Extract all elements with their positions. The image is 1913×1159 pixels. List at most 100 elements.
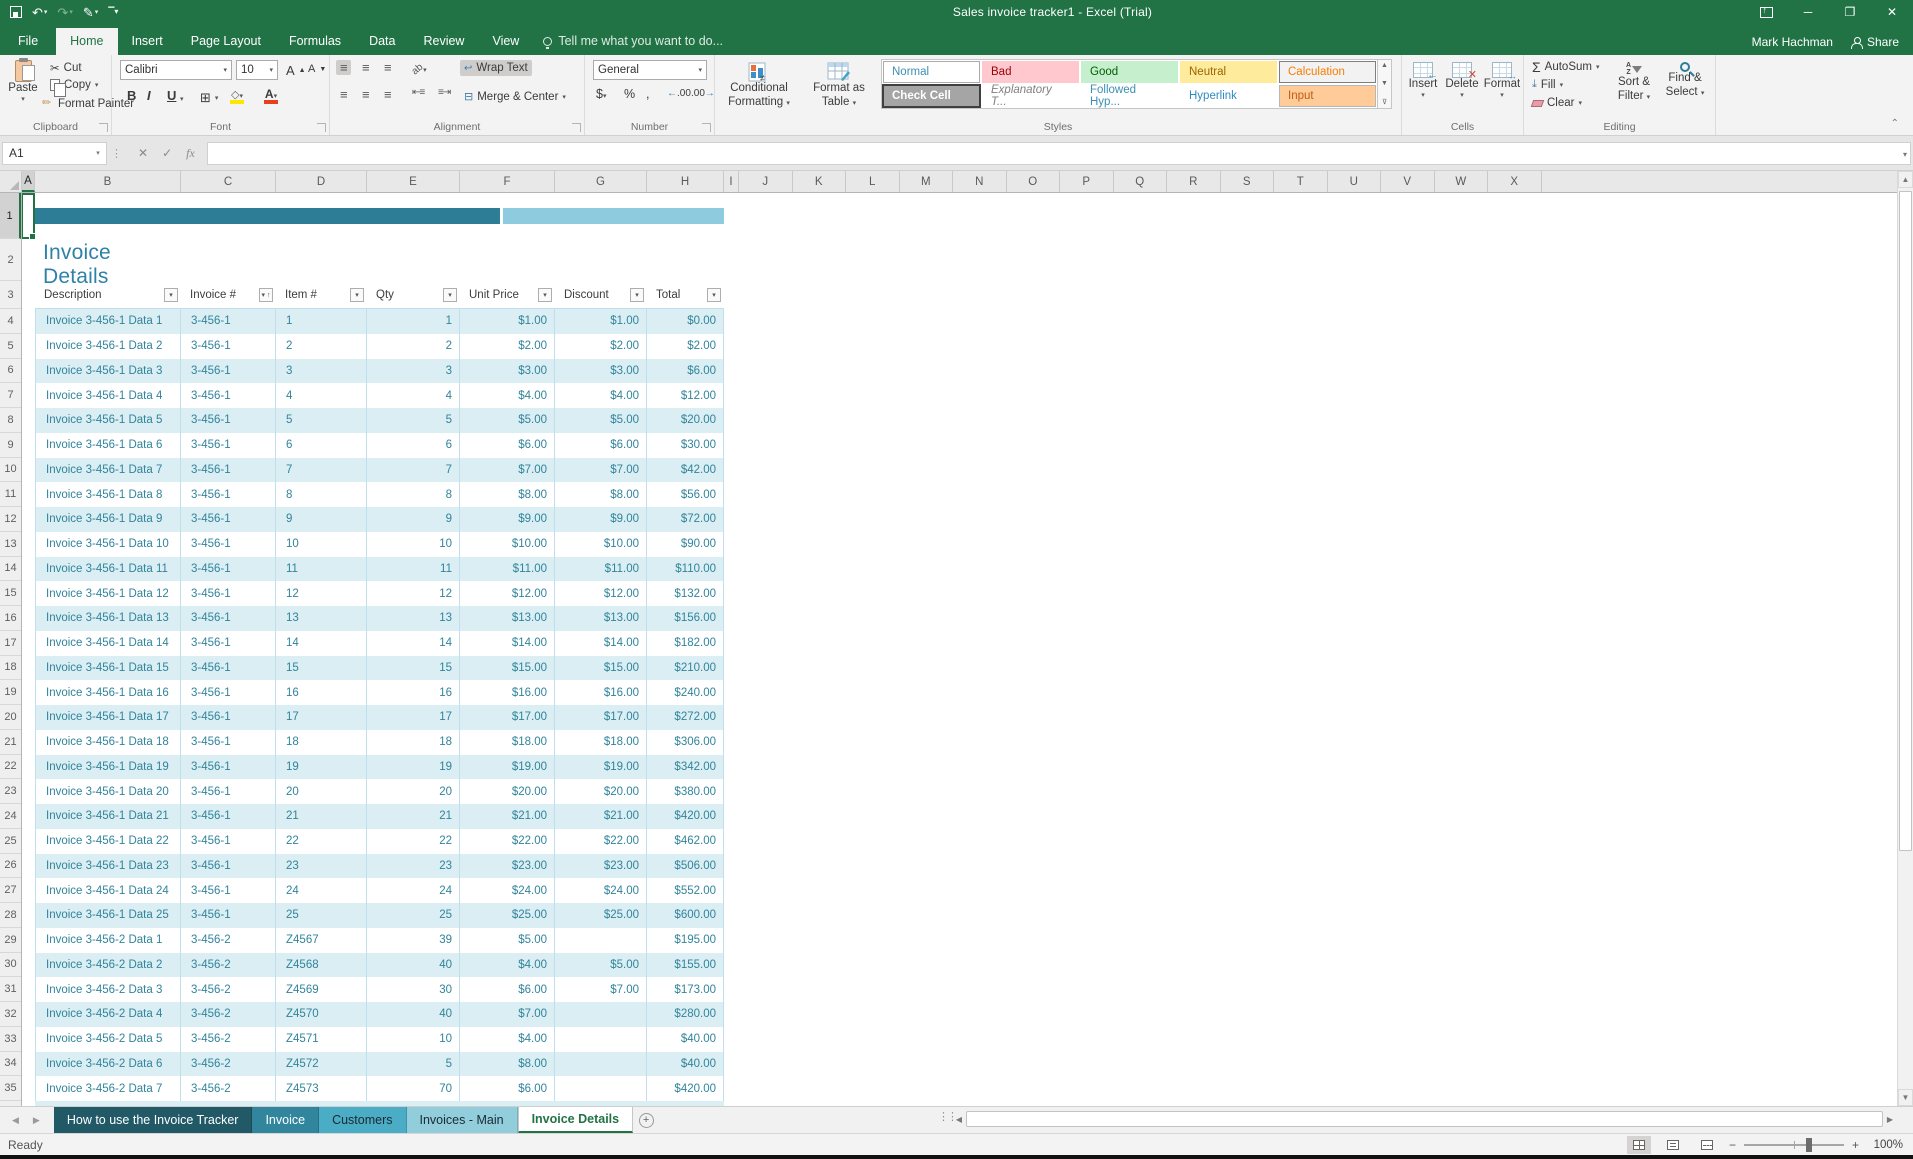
cell[interactable]: 3-456-2 (181, 1027, 276, 1052)
formula-input[interactable] (207, 142, 1911, 165)
formula-bar-splitter[interactable]: ⋮ (107, 147, 126, 160)
sort-filter-button[interactable]: AZ Sort & Filter ▾ (1610, 57, 1658, 104)
column-header-L[interactable]: L (846, 171, 900, 192)
cell[interactable]: Invoice 3-456-1 Data 2 (35, 334, 181, 359)
cell[interactable]: $17.00 (555, 705, 647, 730)
cell[interactable]: $21.00 (460, 804, 555, 829)
cell[interactable]: 10 (276, 532, 367, 557)
filter-button-discount[interactable]: ▾ (630, 288, 644, 302)
cell[interactable]: 17 (367, 705, 460, 730)
confirm-entry-button[interactable]: ✓ (162, 146, 172, 160)
column-header-C[interactable]: C (181, 171, 276, 192)
row-header-34[interactable]: 34 (0, 1052, 21, 1077)
cell[interactable]: Invoice 3-456-1 Data 17 (35, 705, 181, 730)
zoom-thumb[interactable] (1806, 1138, 1812, 1152)
alignment-dialog-launcher[interactable] (572, 123, 581, 132)
cell[interactable]: 40 (367, 1002, 460, 1027)
table-row[interactable]: Invoice 3-456-1 Data 223-456-12222$22.00… (35, 829, 724, 854)
cell[interactable]: 21 (276, 804, 367, 829)
row-header-26[interactable]: 26 (0, 854, 21, 879)
cell[interactable]: $20.00 (555, 779, 647, 804)
cell[interactable]: $24.00 (555, 878, 647, 903)
table-row[interactable]: Invoice 3-456-1 Data 23-456-122$2.00$2.0… (35, 334, 724, 359)
row-header-18[interactable]: 18 (0, 656, 21, 681)
row-header-32[interactable]: 32 (0, 1002, 21, 1027)
cell[interactable]: 3-456-1 (181, 433, 276, 458)
fill-color-button[interactable]: ◇▾ (230, 87, 244, 104)
cell[interactable]: $10.00 (555, 532, 647, 557)
cell[interactable]: 22 (367, 829, 460, 854)
find-select-button[interactable]: Find & Select ▾ (1660, 57, 1710, 100)
row-header-16[interactable]: 16 (0, 606, 21, 631)
insert-cells-button[interactable]: ← Insert▾ (1404, 57, 1442, 100)
cell[interactable]: $20.00 (647, 408, 724, 433)
borders-button[interactable]: ⊞▾ (196, 88, 222, 108)
cell[interactable]: $4.00 (460, 1027, 555, 1052)
cell[interactable]: 3-456-1 (181, 680, 276, 705)
cell[interactable]: 23 (367, 854, 460, 879)
cell[interactable]: 3-456-1 (181, 730, 276, 755)
cell[interactable]: $18.00 (555, 730, 647, 755)
cell[interactable]: $280.00 (647, 1002, 724, 1027)
cell[interactable]: $6.00 (460, 977, 555, 1002)
cell[interactable]: $7.00 (555, 977, 647, 1002)
row-header-29[interactable]: 29 (0, 928, 21, 953)
cell[interactable]: $12.00 (460, 581, 555, 606)
cell[interactable]: 21 (367, 804, 460, 829)
align-bottom-button[interactable]: ≡ (380, 60, 395, 75)
column-header-K[interactable]: K (793, 171, 847, 192)
active-cell-selection[interactable] (22, 193, 35, 239)
cell[interactable]: 5 (276, 408, 367, 433)
cell[interactable]: 3-456-1 (181, 309, 276, 334)
table-row[interactable]: Invoice 3-456-1 Data 153-456-11515$15.00… (35, 656, 724, 681)
cell[interactable]: $90.00 (647, 532, 724, 557)
cell[interactable] (555, 1076, 647, 1101)
cell[interactable]: $9.00 (460, 507, 555, 532)
cell[interactable]: $25.00 (555, 903, 647, 928)
column-header-R[interactable]: R (1167, 171, 1221, 192)
cell[interactable]: $25.00 (460, 903, 555, 928)
cell[interactable]: 19 (367, 755, 460, 780)
cell[interactable]: Invoice 3-456-2 Data 1 (35, 928, 181, 953)
cell[interactable]: 12 (367, 581, 460, 606)
cell[interactable]: $7.00 (460, 1002, 555, 1027)
cell[interactable]: Invoice 3-456-1 Data 7 (35, 458, 181, 483)
cell[interactable]: 3 (367, 359, 460, 384)
sheet-tab-invoices-main[interactable]: Invoices - Main (407, 1107, 518, 1133)
row-header-11[interactable]: 11 (0, 482, 21, 507)
cell[interactable]: $13.00 (555, 606, 647, 631)
cell[interactable]: Invoice 3-456-1 Data 23 (35, 854, 181, 879)
font-dialog-launcher[interactable] (317, 123, 326, 132)
filter-button-invoice-[interactable]: ▾↑ (259, 288, 273, 302)
cell[interactable]: $8.00 (460, 1052, 555, 1077)
cell[interactable]: 24 (276, 878, 367, 903)
cell[interactable]: $6.00 (460, 1076, 555, 1101)
cell[interactable]: $23.00 (460, 854, 555, 879)
horizontal-scrollbar[interactable]: ◀ ▶ (952, 1109, 1897, 1129)
cell[interactable]: $5.00 (460, 928, 555, 953)
insert-function-button[interactable]: fx (186, 146, 195, 161)
next-sheet-button[interactable]: ▶ (33, 1115, 40, 1126)
cell[interactable]: Invoice 3-456-1 Data 10 (35, 532, 181, 557)
previous-sheet-button[interactable]: ◀ (12, 1115, 19, 1126)
font-size-select[interactable]: 10▾ (236, 60, 278, 80)
table-row[interactable]: Invoice 3-456-1 Data 33-456-133$3.00$3.0… (35, 359, 724, 384)
filter-button-item-[interactable]: ▾ (350, 288, 364, 302)
cell[interactable] (555, 1002, 647, 1027)
table-row[interactable]: Invoice 3-456-1 Data 133-456-11313$13.00… (35, 606, 724, 631)
cell[interactable]: $9.00 (555, 507, 647, 532)
format-cells-button[interactable]: ↔ Format▾ (1482, 57, 1522, 100)
row-header-33[interactable]: 33 (0, 1027, 21, 1052)
cell[interactable]: Z4568 (276, 953, 367, 978)
table-row[interactable]: Invoice 3-456-2 Data 33-456-2Z456930$6.0… (35, 977, 724, 1002)
column-header-X[interactable]: X (1488, 171, 1542, 192)
scroll-down-button[interactable]: ▼ (1898, 1089, 1913, 1106)
align-left-button[interactable]: ≡ (336, 87, 351, 102)
cell[interactable]: $2.00 (460, 334, 555, 359)
table-row[interactable]: Invoice 3-456-1 Data 203-456-12020$20.00… (35, 779, 724, 804)
cell[interactable]: $3.00 (460, 359, 555, 384)
cell[interactable]: Invoice 3-456-1 Data 12 (35, 581, 181, 606)
underline-caret[interactable]: ▾ (180, 95, 184, 103)
ribbon-tab-page-layout[interactable]: Page Layout (177, 28, 275, 55)
undo-button[interactable]: ↶▾ (32, 6, 47, 19)
